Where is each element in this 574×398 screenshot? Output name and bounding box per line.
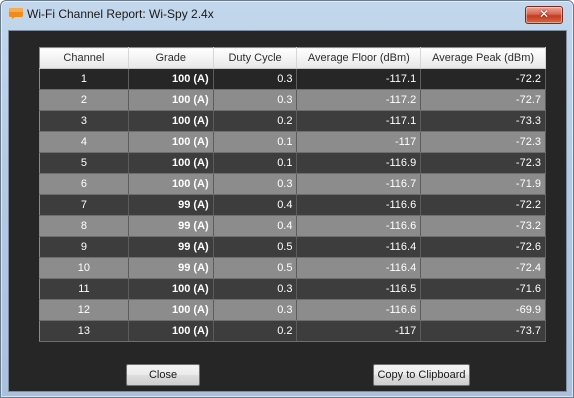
cell-channel: 1	[39, 68, 129, 90]
table-row[interactable]: 5 100 (A) 0.1 -116.9 -72.3	[39, 152, 546, 174]
cell-average-floor: -117.2	[296, 89, 422, 111]
cell-average-peak: -71.6	[420, 278, 546, 300]
cell-average-floor: -117.1	[296, 110, 422, 132]
cell-average-floor: -116.9	[296, 152, 422, 174]
cell-average-peak: -72.2	[420, 194, 546, 216]
cell-average-peak: -72.6	[420, 236, 546, 258]
cell-grade: 100 (A)	[128, 131, 214, 153]
cell-duty-cycle: 0.5	[213, 236, 298, 258]
column-header-duty-cycle[interactable]: Duty Cycle	[213, 47, 298, 69]
column-header-average-peak[interactable]: Average Peak (dBm)	[420, 47, 546, 69]
cell-average-floor: -117	[296, 131, 422, 153]
table-row[interactable]: 13 100 (A) 0.2 -117 -73.7	[39, 320, 546, 342]
cell-channel: 8	[39, 215, 129, 237]
report-window: Wi-Fi Channel Report: Wi-Spy 2.4x ✕ Chan…	[0, 0, 574, 398]
cell-channel: 3	[39, 110, 129, 132]
table-row[interactable]: 2 100 (A) 0.3 -117.2 -72.7	[39, 89, 546, 111]
close-icon: ✕	[538, 7, 550, 21]
cell-average-floor: -117	[296, 320, 422, 342]
title-bar[interactable]: Wi-Fi Channel Report: Wi-Spy 2.4x ✕	[1, 1, 573, 27]
cell-average-peak: -72.3	[420, 152, 546, 174]
cell-channel: 9	[39, 236, 129, 258]
cell-average-floor: -117.1	[296, 68, 422, 90]
cell-grade: 100 (A)	[128, 152, 214, 174]
cell-grade: 100 (A)	[128, 89, 214, 111]
table-row[interactable]: 8 99 (A) 0.4 -116.6 -73.2	[39, 215, 546, 237]
cell-average-floor: -116.6	[296, 299, 422, 321]
table-row[interactable]: 4 100 (A) 0.1 -117 -72.3	[39, 131, 546, 153]
cell-grade: 100 (A)	[128, 110, 214, 132]
app-icon	[9, 8, 23, 19]
cell-average-peak: -69.9	[420, 299, 546, 321]
cell-duty-cycle: 0.4	[213, 194, 298, 216]
close-button[interactable]: Close	[126, 364, 200, 386]
table-row[interactable]: 9 99 (A) 0.5 -116.4 -72.6	[39, 236, 546, 258]
cell-grade: 99 (A)	[128, 257, 214, 279]
cell-average-peak: -72.7	[420, 89, 546, 111]
cell-channel: 7	[39, 194, 129, 216]
cell-channel: 6	[39, 173, 129, 195]
table-header-row: Channel Grade Duty Cycle Average Floor (…	[39, 47, 546, 69]
cell-duty-cycle: 0.2	[213, 320, 298, 342]
dialog-body: Channel Grade Duty Cycle Average Floor (…	[8, 30, 567, 392]
cell-average-floor: -116.7	[296, 173, 422, 195]
cell-channel: 4	[39, 131, 129, 153]
cell-average-floor: -116.4	[296, 236, 422, 258]
table-row[interactable]: 6 100 (A) 0.3 -116.7 -71.9	[39, 173, 546, 195]
table-body: 1 100 (A) 0.3 -117.1 -72.2 2 100 (A) 0.3 -117.2-…	[39, 68, 546, 342]
table-row[interactable]: 1 100 (A) 0.3 -117.1 -72.2	[39, 68, 546, 90]
table-row[interactable]: 3 100 (A) 0.2 -117.1 -73.3	[39, 110, 546, 132]
cell-duty-cycle: 0.5	[213, 257, 298, 279]
window-close-button[interactable]: ✕	[525, 6, 563, 24]
table-row[interactable]: 7 99 (A) 0.4 -116.6 -72.2	[39, 194, 546, 216]
cell-duty-cycle: 0.3	[213, 173, 298, 195]
cell-channel: 5	[39, 152, 129, 174]
cell-channel: 12	[39, 299, 129, 321]
cell-duty-cycle: 0.1	[213, 152, 298, 174]
cell-grade: 100 (A)	[128, 320, 214, 342]
cell-duty-cycle: 0.1	[213, 131, 298, 153]
cell-duty-cycle: 0.2	[213, 110, 298, 132]
cell-average-peak: -73.2	[420, 215, 546, 237]
cell-average-floor: -116.6	[296, 215, 422, 237]
cell-grade: 100 (A)	[128, 278, 214, 300]
window-title: Wi-Fi Channel Report: Wi-Spy 2.4x	[27, 7, 214, 21]
cell-average-floor: -116.6	[296, 194, 422, 216]
cell-average-peak: -73.3	[420, 110, 546, 132]
cell-grade: 100 (A)	[128, 173, 214, 195]
table-row[interactable]: 10 99 (A) 0.5 -116.4 -72.4	[39, 257, 546, 279]
copy-to-clipboard-button[interactable]: Copy to Clipboard	[373, 364, 470, 386]
cell-grade: 100 (A)	[128, 68, 214, 90]
cell-channel: 11	[39, 278, 129, 300]
table-row[interactable]: 12 100 (A) 0.3 -116.6 -69.9	[39, 299, 546, 321]
cell-grade: 99 (A)	[128, 194, 214, 216]
cell-grade: 100 (A)	[128, 299, 214, 321]
cell-average-peak: -73.7	[420, 320, 546, 342]
cell-channel: 10	[39, 257, 129, 279]
column-header-channel[interactable]: Channel	[39, 47, 129, 69]
cell-channel: 2	[39, 89, 129, 111]
cell-duty-cycle: 0.3	[213, 278, 298, 300]
cell-duty-cycle: 0.3	[213, 89, 298, 111]
cell-average-peak: -72.3	[420, 131, 546, 153]
cell-grade: 99 (A)	[128, 236, 214, 258]
cell-average-peak: -72.4	[420, 257, 546, 279]
column-header-average-floor[interactable]: Average Floor (dBm)	[296, 47, 422, 69]
channel-report-table: Channel Grade Duty Cycle Average Floor (…	[39, 47, 546, 342]
cell-average-floor: -116.5	[296, 278, 422, 300]
cell-grade: 99 (A)	[128, 215, 214, 237]
cell-duty-cycle: 0.3	[213, 299, 298, 321]
table-row[interactable]: 11 100 (A) 0.3 -116.5 -71.6	[39, 278, 546, 300]
column-header-grade[interactable]: Grade	[128, 47, 214, 69]
cell-average-peak: -71.9	[420, 173, 546, 195]
cell-duty-cycle: 0.4	[213, 215, 298, 237]
cell-average-floor: -116.4	[296, 257, 422, 279]
cell-duty-cycle: 0.3	[213, 68, 298, 90]
cell-channel: 13	[39, 320, 129, 342]
cell-average-peak: -72.2	[420, 68, 546, 90]
